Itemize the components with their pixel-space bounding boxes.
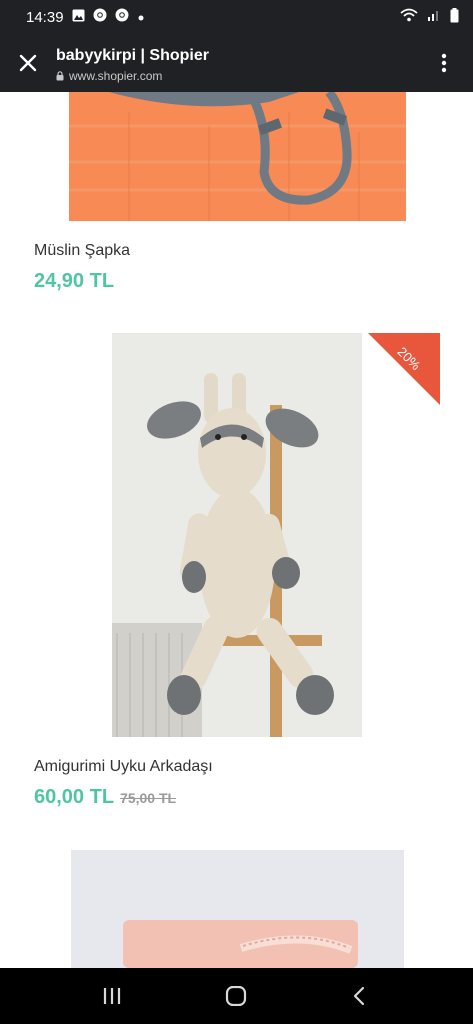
more-options-button[interactable] <box>429 48 459 78</box>
back-icon <box>353 986 365 1006</box>
product-price: 24,90 TL <box>34 270 115 292</box>
discount-badge: 20% <box>368 333 440 405</box>
product-image[interactable] <box>69 92 406 221</box>
blanket-image <box>71 850 404 968</box>
more-vert-icon <box>441 53 447 73</box>
status-bar: 14:39 <box>0 0 473 34</box>
close-button[interactable] <box>10 45 46 81</box>
hat-image <box>69 92 406 221</box>
product-name[interactable]: Müslin Şapka <box>34 242 130 260</box>
product-image[interactable] <box>112 333 362 737</box>
dot-icon <box>137 9 145 26</box>
back-button[interactable] <box>339 982 379 1010</box>
chrome-icon <box>93 8 107 26</box>
amigurumi-image <box>112 333 362 737</box>
battery-icon <box>450 7 459 27</box>
url-text: www.shopier.com <box>69 69 163 83</box>
url-display[interactable]: www.shopier.com <box>56 69 162 83</box>
recents-icon <box>103 988 121 1004</box>
product-price: 60,00 TL 75,00 TL <box>34 786 176 809</box>
product-image[interactable] <box>71 850 404 968</box>
chrome-icon <box>115 8 129 26</box>
system-nav-bar <box>0 968 473 1024</box>
home-button[interactable] <box>216 982 256 1010</box>
home-icon <box>225 986 247 1006</box>
old-price: 75,00 TL <box>120 790 177 806</box>
browser-toolbar: babyykirpi | Shopier www.shopier.com <box>0 34 473 92</box>
lock-icon <box>56 71 64 81</box>
web-content: Müslin Şapka 24,90 TL 20% Amigurimi Uyku… <box>0 92 473 968</box>
sale-price: 60,00 TL <box>34 786 115 808</box>
page-title: babyykirpi | Shopier <box>56 47 209 64</box>
clock: 14:39 <box>26 8 64 26</box>
signal-icon <box>427 8 441 26</box>
wifi-icon <box>400 8 418 26</box>
recents-button[interactable] <box>92 982 132 1010</box>
product-name[interactable]: Amigurimi Uyku Arkadaşı <box>34 758 213 776</box>
close-icon <box>19 54 37 72</box>
gallery-icon <box>72 9 85 26</box>
